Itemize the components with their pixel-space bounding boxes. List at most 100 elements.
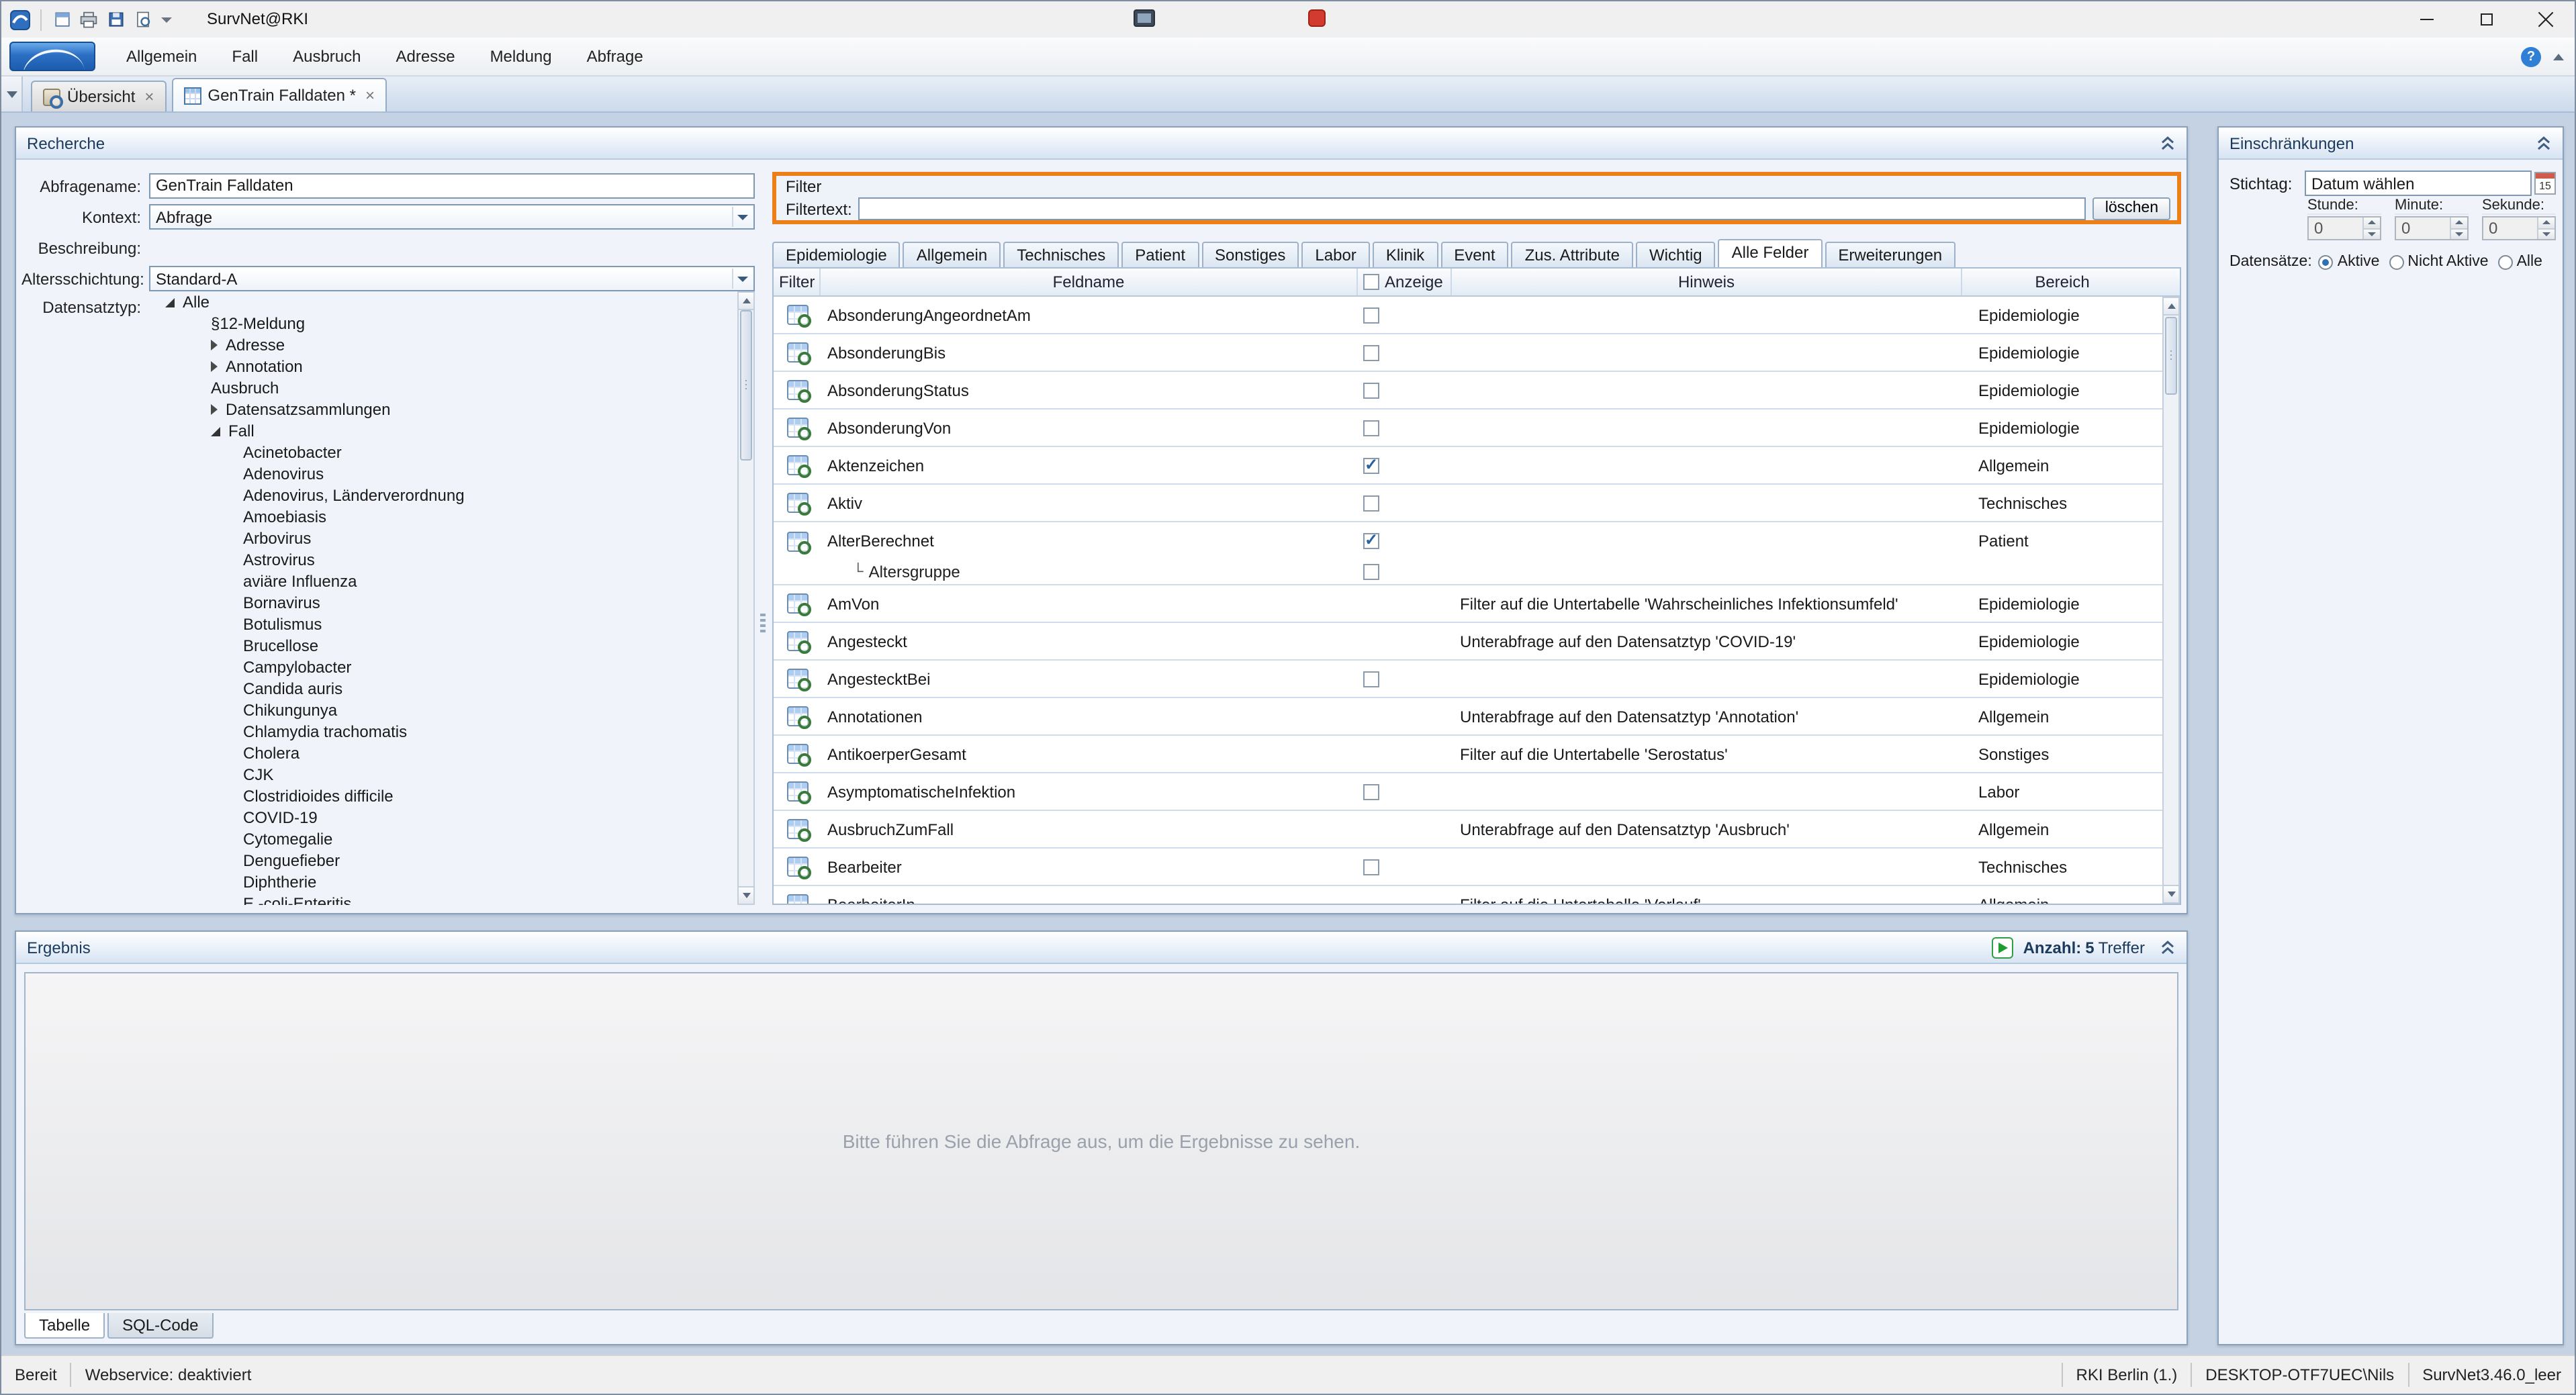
- tree-item-datensatzsammlungen[interactable]: Datensatzsammlungen: [157, 399, 737, 420]
- field-row-aktiv[interactable]: AktivTechnisches: [774, 485, 2162, 522]
- collapse-panel-icon[interactable]: [2160, 939, 2176, 955]
- tree-item-bornavirus[interactable]: Bornavirus: [157, 592, 737, 614]
- save-icon[interactable]: [105, 9, 126, 30]
- filter-tab-klinik[interactable]: Klinik: [1373, 242, 1438, 267]
- field-row-absonderungvon[interactable]: AbsonderungVonEpidemiologie: [774, 410, 2162, 447]
- tree-item-alle[interactable]: Alle: [157, 291, 737, 313]
- close-icon[interactable]: ×: [144, 89, 154, 105]
- filter-tab-allgemein[interactable]: Allgemein: [903, 242, 1001, 267]
- anzeige-checkbox[interactable]: [1363, 564, 1379, 580]
- minute-spinner[interactable]: 0: [2395, 216, 2469, 240]
- radio-icon[interactable]: [2389, 254, 2403, 269]
- app-menu-button[interactable]: [9, 42, 95, 71]
- filter-tab-labor[interactable]: Labor: [1301, 242, 1369, 267]
- tab-ubersicht[interactable]: Übersicht×: [31, 81, 166, 111]
- tab-scroll-button[interactable]: [1, 77, 23, 111]
- form-icon[interactable]: [51, 9, 73, 30]
- menu-item-meldung[interactable]: Meldung: [473, 37, 569, 76]
- table-scrollbar[interactable]: [2162, 297, 2180, 904]
- loeschen-button[interactable]: löschen: [2093, 197, 2170, 220]
- field-row-ausbruchzumfall[interactable]: AusbruchZumFallUnterabfrage auf den Date…: [774, 811, 2162, 849]
- scroll-up-button[interactable]: [2164, 298, 2178, 316]
- quick-access-dropdown-icon[interactable]: [161, 17, 172, 22]
- tree-item-clostridioides-difficile[interactable]: Clostridioides difficile: [157, 785, 737, 807]
- field-row-absonderungangeordnetam[interactable]: AbsonderungAngeordnetAmEpidemiologie: [774, 297, 2162, 334]
- tree-item-annotation[interactable]: Annotation: [157, 356, 737, 377]
- app-icon[interactable]: [9, 9, 31, 30]
- dropdown-button[interactable]: [732, 269, 752, 289]
- tree-item-diphtherie[interactable]: Diphtherie: [157, 871, 737, 893]
- filter-tab-technisches[interactable]: Technisches: [1003, 242, 1119, 267]
- tree-item-acinetobacter[interactable]: Acinetobacter: [157, 442, 737, 463]
- filter-tab-erweiterungen[interactable]: Erweiterungen: [1825, 242, 1956, 267]
- tree-item-adenovirus-landerverordnung[interactable]: Adenovirus, Länderverordnung: [157, 485, 737, 506]
- print-icon[interactable]: [78, 9, 99, 30]
- scroll-thumb[interactable]: [2165, 317, 2177, 395]
- altersschichtung-combobox[interactable]: Standard-A: [149, 266, 755, 291]
- tree-item-cjk[interactable]: CJK: [157, 764, 737, 785]
- vertical-splitter[interactable]: [756, 168, 770, 905]
- tree-item-ausbruch[interactable]: Ausbruch: [157, 377, 737, 399]
- calendar-icon[interactable]: 15: [2534, 172, 2556, 195]
- filter-tab-zus-attribute[interactable]: Zus. Attribute: [1512, 242, 1633, 267]
- field-row-antikoerpergesamt[interactable]: AntikoerperGesamtFilter auf die Untertab…: [774, 736, 2162, 773]
- tree-item-covid-19[interactable]: COVID-19: [157, 807, 737, 828]
- collapse-panel-icon[interactable]: [2160, 135, 2176, 151]
- menu-item-fall[interactable]: Fall: [214, 37, 275, 76]
- anzeige-checkbox[interactable]: [1363, 533, 1379, 549]
- tree-item-brucellose[interactable]: Brucellose: [157, 635, 737, 657]
- minimize-button[interactable]: [2397, 1, 2456, 38]
- tree-item-cholera[interactable]: Cholera: [157, 742, 737, 764]
- radio-option-nicht-aktive[interactable]: Nicht Aktive: [2389, 254, 2488, 270]
- tree-item-amoebiasis[interactable]: Amoebiasis: [157, 506, 737, 528]
- sekunde-spinner[interactable]: 0: [2482, 216, 2556, 240]
- field-row-asymptomatischeinfektion[interactable]: AsymptomatischeInfektionLabor: [774, 773, 2162, 811]
- menu-item-abfrage[interactable]: Abfrage: [569, 37, 661, 76]
- tree-item-botulismus[interactable]: Botulismus: [157, 614, 737, 635]
- anzeige-checkbox[interactable]: [1363, 495, 1379, 511]
- field-row-absonderungstatus[interactable]: AbsonderungStatusEpidemiologie: [774, 372, 2162, 410]
- filter-tab-epidemiologie[interactable]: Epidemiologie: [772, 242, 901, 267]
- filter-tab-event[interactable]: Event: [1440, 242, 1508, 267]
- field-row-aktenzeichen[interactable]: AktenzeichenAllgemein: [774, 447, 2162, 485]
- execute-query-button[interactable]: [1992, 936, 2014, 958]
- anzeige-checkbox[interactable]: [1363, 420, 1379, 436]
- filter-tab-sonstiges[interactable]: Sonstiges: [1201, 242, 1299, 267]
- tree-item-adenovirus[interactable]: Adenovirus: [157, 463, 737, 485]
- tree-item-12-meldung[interactable]: §12-Meldung: [157, 313, 737, 334]
- result-tab-tabelle[interactable]: Tabelle: [24, 1313, 105, 1339]
- preview-icon[interactable]: [132, 9, 153, 30]
- expander-closed-icon[interactable]: [211, 340, 218, 350]
- kontext-combobox[interactable]: Abfrage: [149, 204, 755, 230]
- tree-item-chlamydia-trachomatis[interactable]: Chlamydia trachomatis: [157, 721, 737, 742]
- expander-closed-icon[interactable]: [211, 404, 218, 415]
- anzeige-checkbox[interactable]: [1363, 783, 1379, 800]
- tree-item-aviare-influenza[interactable]: aviäre Influenza: [157, 571, 737, 592]
- tree-item-cytomegalie[interactable]: Cytomegalie: [157, 828, 737, 850]
- field-row-alterberechnet[interactable]: AlterBerechnetPatient: [774, 522, 2162, 560]
- expander-closed-icon[interactable]: [211, 361, 218, 372]
- close-button[interactable]: [2516, 1, 2575, 38]
- field-row-absonderungbis[interactable]: AbsonderungBisEpidemiologie: [774, 334, 2162, 372]
- spinner-down-button[interactable]: [2364, 229, 2380, 239]
- anzeige-checkbox[interactable]: [1363, 457, 1379, 473]
- spinner-down-button[interactable]: [2538, 229, 2555, 239]
- tree-item-chikungunya[interactable]: Chikungunya: [157, 700, 737, 721]
- field-row-annotationen[interactable]: AnnotationenUnterabfrage auf den Datensa…: [774, 698, 2162, 736]
- spinner-down-button[interactable]: [2451, 229, 2467, 239]
- anzeige-checkbox[interactable]: [1363, 859, 1379, 875]
- field-row-angestecktbei[interactable]: AngestecktBeiEpidemiologie: [774, 661, 2162, 698]
- ribbon-collapse-icon[interactable]: [2553, 54, 2564, 60]
- spinner-up-button[interactable]: [2451, 218, 2467, 229]
- close-icon[interactable]: ×: [365, 87, 375, 103]
- menu-item-allgemein[interactable]: Allgemein: [109, 37, 214, 76]
- menu-item-adresse[interactable]: Adresse: [379, 37, 473, 76]
- field-row-bearbeiterin[interactable]: BearbeiterInFilter auf die Untertabelle …: [774, 886, 2162, 904]
- expander-open-icon[interactable]: [165, 297, 175, 307]
- filter-tab-patient[interactable]: Patient: [1121, 242, 1199, 267]
- field-row-altersgruppe[interactable]: └Altersgruppe: [774, 560, 2162, 585]
- menu-item-ausbruch[interactable]: Ausbruch: [275, 37, 378, 76]
- help-icon[interactable]: ?: [2521, 47, 2541, 67]
- tab-gentrain-falldaten[interactable]: GenTrain Falldaten *×: [171, 78, 387, 111]
- stichtag-date-field[interactable]: Datum wählen: [2305, 171, 2532, 196]
